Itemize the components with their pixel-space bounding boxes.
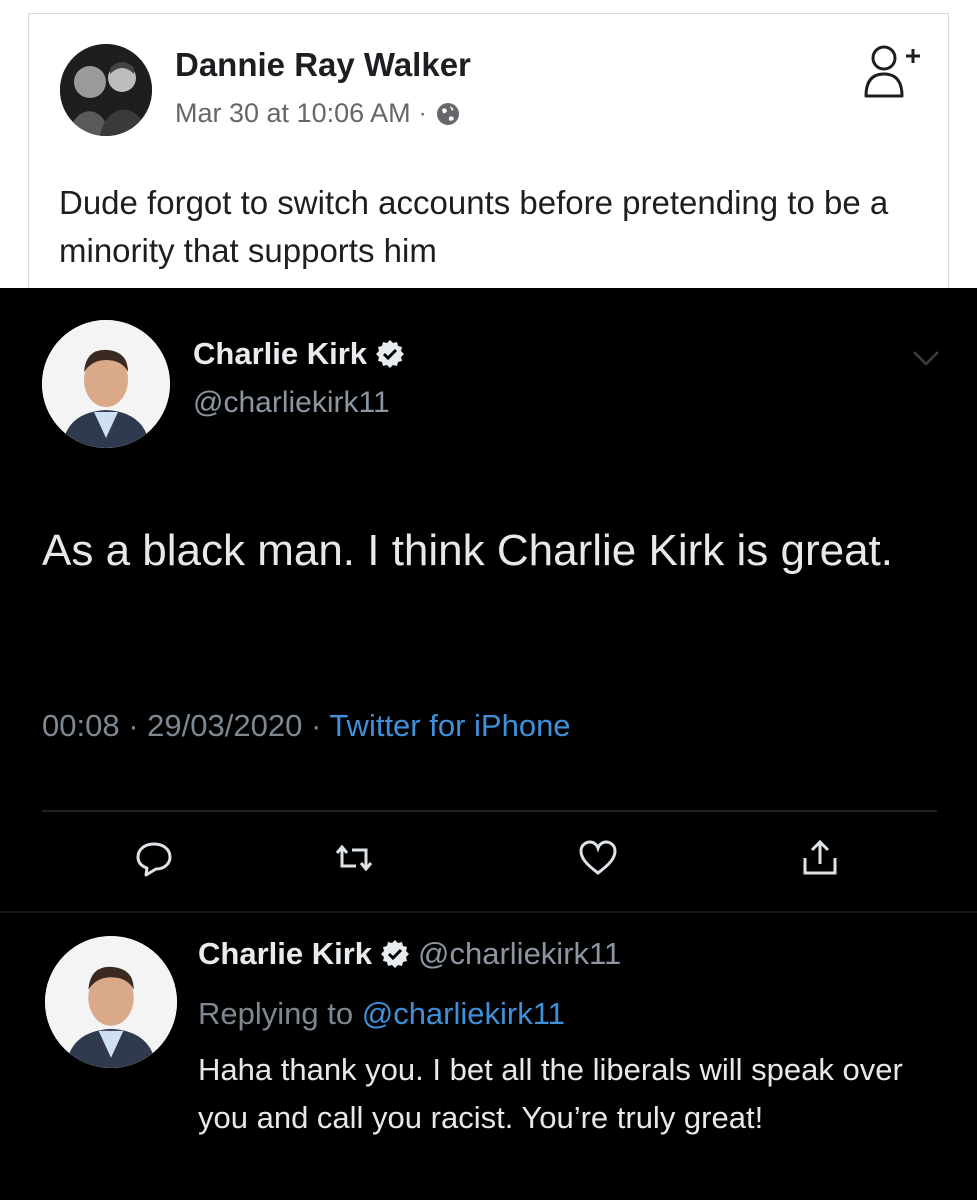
- tweet-avatar: [42, 320, 170, 448]
- reply-author-name: Charlie Kirk: [198, 936, 373, 971]
- reply-header: Charlie Kirk @charliekirk11: [198, 936, 621, 972]
- share-icon[interactable]: [800, 838, 840, 878]
- add-friend-icon[interactable]: [862, 38, 922, 100]
- like-icon[interactable]: [578, 838, 618, 878]
- profile-photo: [45, 936, 177, 1068]
- tweet-meta: 00:08 · 29/03/2020 · Twitter for iPhone: [42, 708, 571, 744]
- reply-text: Haha thank you. I bet all the liberals w…: [198, 1052, 903, 1135]
- tweet-author-name: Charlie Kirk: [193, 336, 405, 372]
- tweet-screenshot: Charlie Kirk @charliekirk11 As a black m…: [0, 288, 977, 1200]
- meta-separator: ·: [418, 99, 427, 127]
- avatar-photo: [60, 44, 152, 136]
- tweet-author-label: Charlie Kirk: [193, 336, 368, 371]
- tweet-handle: @charliekirk11: [193, 386, 390, 419]
- tweet-date: 29/03/2020: [147, 708, 303, 743]
- replying-label: Replying to: [198, 996, 354, 1031]
- globe-icon[interactable]: [435, 101, 461, 127]
- meta-sep-1: ·: [128, 708, 139, 743]
- tweet-time: 00:08: [42, 708, 120, 743]
- post-timestamp[interactable]: Mar 30 at 10:06 AM: [175, 98, 411, 129]
- profile-photo: [42, 320, 170, 448]
- tweet-actions: [0, 838, 977, 888]
- replying-to: Replying to @charliekirk11: [198, 996, 565, 1032]
- facebook-post: Dannie Ray Walker Mar 30 at 10:06 AM · D…: [28, 13, 949, 288]
- reply-icon[interactable]: [134, 838, 174, 878]
- tweet-text: As a black man. I think Charlie Kirk is …: [42, 526, 893, 575]
- verified-badge-icon: [381, 940, 410, 968]
- reply-avatar: [45, 936, 177, 1068]
- author-avatar[interactable]: [60, 44, 152, 136]
- reply-author-handle: @charliekirk11: [418, 936, 622, 971]
- post-text: Dude forgot to switch accounts before pr…: [59, 184, 889, 269]
- author-name[interactable]: Dannie Ray Walker: [175, 46, 471, 84]
- meta-sep-2: ·: [310, 708, 322, 743]
- chevron-down-icon[interactable]: [911, 348, 941, 368]
- post-meta: Mar 30 at 10:06 AM ·: [175, 98, 461, 129]
- thread-separator: [0, 911, 977, 913]
- tweet-source: Twitter for iPhone: [329, 708, 571, 743]
- verified-badge-icon: [376, 340, 405, 368]
- replying-mention: @charliekirk11: [361, 996, 565, 1031]
- retweet-icon[interactable]: [334, 838, 374, 878]
- divider: [42, 810, 937, 812]
